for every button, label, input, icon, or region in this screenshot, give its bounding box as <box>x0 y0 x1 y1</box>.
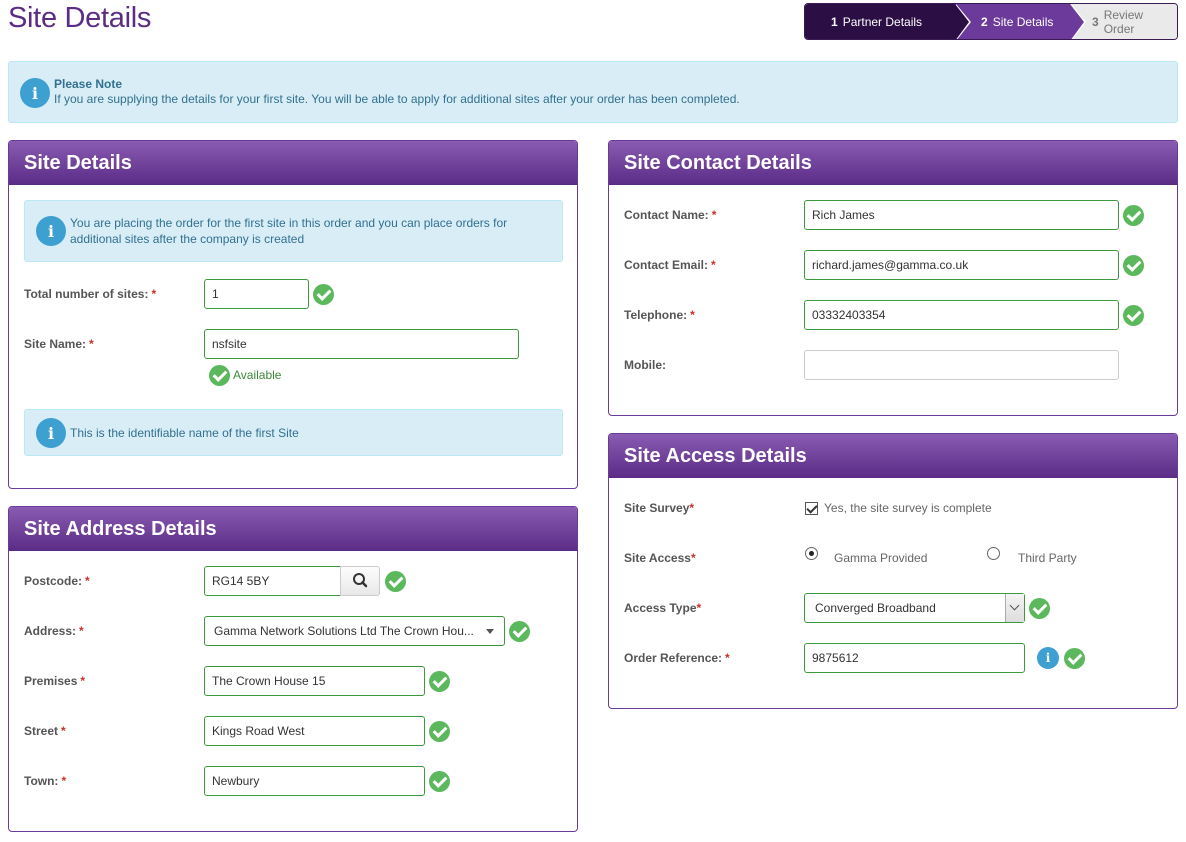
site-survey-checkbox[interactable] <box>805 502 818 515</box>
site-access-panel: Site Access Details Site Survey* Yes, th… <box>608 433 1178 709</box>
address-selected-value: Gamma Network Solutions Ltd The Crown Ho… <box>214 624 474 638</box>
step-label: Partner Details <box>842 14 923 29</box>
valid-check-icon <box>1123 255 1144 276</box>
town-label: Town: * <box>24 774 67 788</box>
valid-check-icon <box>1123 305 1144 326</box>
please-note-alert: i Please Note If you are supplying the d… <box>8 61 1178 123</box>
radio-third-party[interactable] <box>987 547 1000 560</box>
alert-line: You are placing the order for the first … <box>70 216 508 230</box>
step-number: 3 <box>1092 14 1099 29</box>
panel-heading: Site Address Details <box>9 507 577 551</box>
total-sites-label: Total number of sites: * <box>24 287 157 301</box>
contact-name-label: Contact Name: * <box>624 208 717 222</box>
page-title: Site Details <box>8 2 152 34</box>
valid-check-icon <box>429 671 450 692</box>
contact-email-label: Contact Email: * <box>624 258 716 272</box>
valid-check-icon <box>1064 648 1085 669</box>
site-access-label: Site Access* <box>624 551 696 565</box>
radio-gamma-provided-label: Gamma Provided <box>834 551 928 565</box>
order-reference-input[interactable]: 9875612 <box>804 643 1025 673</box>
panel-heading: Site Access Details <box>609 434 1177 478</box>
info-icon: i <box>36 216 66 246</box>
radio-gamma-provided[interactable] <box>805 547 818 560</box>
address-select[interactable]: Gamma Network Solutions Ltd The Crown Ho… <box>204 616 505 646</box>
site-name-alert: i This is the identifiable name of the f… <box>24 409 563 456</box>
site-name-input[interactable]: nsfsite <box>204 329 519 359</box>
postcode-input[interactable]: RG14 5BY <box>204 566 341 596</box>
mobile-input[interactable] <box>804 350 1119 380</box>
telephone-input[interactable]: 03332403354 <box>804 300 1119 330</box>
radio-third-party-label: Third Party <box>1018 551 1077 565</box>
step-site-details[interactable]: 2 Site Details <box>955 4 1086 39</box>
mobile-label: Mobile: <box>624 358 666 372</box>
contact-email-input[interactable]: richard.james@gamma.co.uk <box>804 250 1119 280</box>
valid-check-icon <box>1029 598 1050 619</box>
valid-check-icon <box>429 771 450 792</box>
site-survey-option-label: Yes, the site survey is complete <box>824 501 992 515</box>
alert-line: additional sites after the company is cr… <box>70 232 305 246</box>
available-status: Available <box>233 368 282 382</box>
access-type-label: Access Type* <box>624 601 702 615</box>
site-address-panel: Site Address Details Postcode: * RG14 5BY… <box>8 506 578 832</box>
premises-label: Premises * <box>24 674 86 688</box>
address-label: Address: * <box>24 624 84 638</box>
access-type-selected-value: Converged Broadband <box>815 601 936 615</box>
contact-name-input[interactable]: Rich James <box>804 200 1119 230</box>
site-name-label: Site Name: * <box>24 337 94 351</box>
step-number: 2 <box>981 14 988 29</box>
step-partner-details[interactable]: 1 Partner Details <box>805 4 971 39</box>
site-contact-panel: Site Contact Details Contact Name: * Rich… <box>608 140 1178 416</box>
access-type-select[interactable]: Converged Broadband <box>804 593 1025 623</box>
first-site-alert: i You are placing the order for the firs… <box>24 200 563 262</box>
site-survey-label: Site Survey* <box>624 501 695 515</box>
chevron-down-icon <box>486 629 494 634</box>
search-icon <box>353 573 368 588</box>
step-label: Review Order <box>1103 7 1144 36</box>
info-icon: i <box>36 418 66 448</box>
valid-check-icon <box>313 284 334 305</box>
order-reference-label: Order Reference: * <box>624 651 730 665</box>
valid-check-icon <box>509 621 530 642</box>
site-details-panel: Site Details i You are placing the order… <box>8 140 578 489</box>
town-input[interactable]: Newbury <box>204 766 425 796</box>
street-label: Street * <box>24 724 66 738</box>
step-review-order[interactable]: 3 Review Order <box>1070 4 1177 39</box>
postcode-label: Postcode: * <box>24 574 90 588</box>
step-number: 1 <box>831 14 838 29</box>
note-title: Please Note <box>54 77 123 91</box>
total-sites-input[interactable]: 1 <box>204 279 309 309</box>
valid-check-icon <box>209 365 230 386</box>
note-text: If you are supplying the details for you… <box>54 92 740 106</box>
panel-heading: Site Contact Details <box>609 141 1177 185</box>
valid-check-icon <box>1123 205 1144 226</box>
valid-check-icon <box>385 571 406 592</box>
postcode-search-button[interactable] <box>340 566 380 596</box>
info-icon: i <box>20 78 50 108</box>
panel-heading: Site Details <box>9 141 577 185</box>
telephone-label: Telephone: * <box>624 308 695 322</box>
chevron-down-icon <box>1005 594 1024 622</box>
step-label: Site Details <box>992 14 1054 29</box>
premises-input[interactable]: The Crown House 15 <box>204 666 425 696</box>
alert-text: This is the identifiable name of the fir… <box>70 426 299 440</box>
order-progress-stepper: 1 Partner Details 2 Site Details 3 Revie… <box>804 3 1178 40</box>
info-icon[interactable]: i <box>1037 647 1059 669</box>
street-input[interactable]: Kings Road West <box>204 716 425 746</box>
valid-check-icon <box>429 721 450 742</box>
